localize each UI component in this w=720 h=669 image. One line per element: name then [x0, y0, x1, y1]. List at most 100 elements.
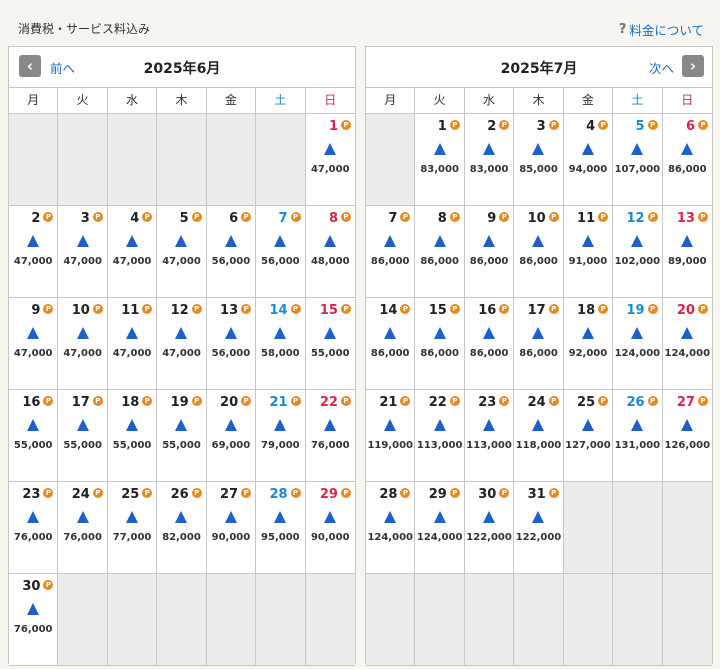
day-cell[interactable]: 23 P 76,000 — [9, 482, 59, 574]
availability-triangle-icon[interactable] — [126, 235, 139, 247]
availability-triangle-icon[interactable] — [324, 143, 337, 155]
day-cell[interactable]: 4 P 47,000 — [107, 206, 158, 298]
availability-triangle-icon[interactable] — [27, 327, 40, 339]
availability-triangle-icon[interactable] — [27, 603, 40, 615]
availability-triangle-icon[interactable] — [433, 511, 446, 523]
day-cell[interactable]: 29 P 124,000 — [415, 482, 465, 574]
day-cell[interactable]: 20 P 124,000 — [662, 298, 712, 390]
next-month-link[interactable]: 次へ — [649, 58, 674, 77]
day-cell[interactable]: 19 P 124,000 — [613, 298, 663, 390]
day-cell[interactable]: 4 P 94,000 — [563, 114, 614, 206]
availability-triangle-icon[interactable] — [681, 419, 694, 431]
availability-triangle-icon[interactable] — [224, 419, 237, 431]
availability-triangle-icon[interactable] — [175, 327, 188, 339]
day-cell[interactable]: 18 P 92,000 — [563, 298, 614, 390]
availability-triangle-icon[interactable] — [27, 235, 40, 247]
availability-triangle-icon[interactable] — [76, 419, 89, 431]
day-cell[interactable]: 23 P 113,000 — [464, 390, 515, 482]
availability-triangle-icon[interactable] — [27, 419, 40, 431]
day-cell[interactable]: 22 P 76,000 — [305, 390, 355, 482]
availability-triangle-icon[interactable] — [175, 235, 188, 247]
day-cell[interactable]: 19 P 55,000 — [157, 390, 207, 482]
day-cell[interactable]: 29 P 90,000 — [305, 482, 355, 574]
day-cell[interactable]: 26 P 82,000 — [157, 482, 207, 574]
day-cell[interactable]: 8 P 86,000 — [415, 206, 465, 298]
availability-triangle-icon[interactable] — [631, 419, 644, 431]
availability-triangle-icon[interactable] — [433, 327, 446, 339]
availability-triangle-icon[interactable] — [581, 143, 594, 155]
day-cell[interactable]: 7 P 86,000 — [366, 206, 416, 298]
day-cell[interactable]: 11 P 47,000 — [107, 298, 158, 390]
availability-triangle-icon[interactable] — [483, 419, 496, 431]
availability-triangle-icon[interactable] — [483, 143, 496, 155]
day-cell[interactable]: 1 P 47,000 — [305, 114, 355, 206]
day-cell[interactable]: 21 P 79,000 — [256, 390, 306, 482]
fee-info-label[interactable]: 料金について — [629, 20, 704, 39]
day-cell[interactable]: 21 P 119,000 — [366, 390, 416, 482]
availability-triangle-icon[interactable] — [384, 327, 397, 339]
fee-info-link[interactable]: ? 料金について — [619, 20, 704, 39]
availability-triangle-icon[interactable] — [681, 235, 694, 247]
availability-triangle-icon[interactable] — [631, 327, 644, 339]
availability-triangle-icon[interactable] — [532, 143, 545, 155]
day-cell[interactable]: 15 P 86,000 — [415, 298, 465, 390]
availability-triangle-icon[interactable] — [224, 235, 237, 247]
day-cell[interactable]: 30 P 122,000 — [464, 482, 515, 574]
day-cell[interactable]: 3 P 47,000 — [58, 206, 108, 298]
day-cell[interactable]: 25 P 127,000 — [563, 390, 614, 482]
day-cell[interactable]: 31 P 122,000 — [514, 482, 564, 574]
availability-triangle-icon[interactable] — [433, 419, 446, 431]
day-cell[interactable]: 24 P 118,000 — [514, 390, 564, 482]
availability-triangle-icon[interactable] — [631, 143, 644, 155]
day-cell[interactable]: 18 P 55,000 — [107, 390, 158, 482]
availability-triangle-icon[interactable] — [532, 327, 545, 339]
availability-triangle-icon[interactable] — [76, 235, 89, 247]
day-cell[interactable]: 28 P 124,000 — [366, 482, 416, 574]
day-cell[interactable]: 28 P 95,000 — [256, 482, 306, 574]
day-cell[interactable]: 2 P 83,000 — [464, 114, 515, 206]
day-cell[interactable]: 2 P 47,000 — [9, 206, 59, 298]
availability-triangle-icon[interactable] — [532, 511, 545, 523]
availability-triangle-icon[interactable] — [532, 235, 545, 247]
availability-triangle-icon[interactable] — [76, 511, 89, 523]
day-cell[interactable]: 10 P 86,000 — [514, 206, 564, 298]
availability-triangle-icon[interactable] — [274, 327, 287, 339]
day-cell[interactable]: 15 P 55,000 — [305, 298, 355, 390]
day-cell[interactable]: 7 P 56,000 — [256, 206, 306, 298]
day-cell[interactable]: 13 P 89,000 — [662, 206, 712, 298]
availability-triangle-icon[interactable] — [27, 511, 40, 523]
day-cell[interactable]: 14 P 86,000 — [366, 298, 416, 390]
next-month-button[interactable]: › — [682, 55, 704, 77]
availability-triangle-icon[interactable] — [581, 235, 594, 247]
day-cell[interactable]: 27 P 90,000 — [206, 482, 257, 574]
availability-triangle-icon[interactable] — [324, 235, 337, 247]
day-cell[interactable]: 26 P 131,000 — [613, 390, 663, 482]
availability-triangle-icon[interactable] — [681, 327, 694, 339]
availability-triangle-icon[interactable] — [433, 235, 446, 247]
availability-triangle-icon[interactable] — [483, 327, 496, 339]
day-cell[interactable]: 9 P 47,000 — [9, 298, 59, 390]
availability-triangle-icon[interactable] — [384, 235, 397, 247]
day-cell[interactable]: 20 P 69,000 — [206, 390, 257, 482]
availability-triangle-icon[interactable] — [324, 419, 337, 431]
availability-triangle-icon[interactable] — [126, 419, 139, 431]
day-cell[interactable]: 16 P 55,000 — [9, 390, 59, 482]
availability-triangle-icon[interactable] — [76, 327, 89, 339]
day-cell[interactable]: 27 P 126,000 — [662, 390, 712, 482]
day-cell[interactable]: 8 P 48,000 — [305, 206, 355, 298]
day-cell[interactable]: 25 P 77,000 — [107, 482, 158, 574]
availability-triangle-icon[interactable] — [175, 511, 188, 523]
day-cell[interactable]: 9 P 86,000 — [464, 206, 515, 298]
availability-triangle-icon[interactable] — [224, 327, 237, 339]
day-cell[interactable]: 22 P 113,000 — [415, 390, 465, 482]
day-cell[interactable]: 16 P 86,000 — [464, 298, 515, 390]
day-cell[interactable]: 5 P 47,000 — [157, 206, 207, 298]
day-cell[interactable]: 5 P 107,000 — [613, 114, 663, 206]
availability-triangle-icon[interactable] — [224, 511, 237, 523]
day-cell[interactable]: 6 P 56,000 — [206, 206, 257, 298]
availability-triangle-icon[interactable] — [126, 327, 139, 339]
availability-triangle-icon[interactable] — [483, 511, 496, 523]
availability-triangle-icon[interactable] — [433, 143, 446, 155]
day-cell[interactable]: 10 P 47,000 — [58, 298, 108, 390]
day-cell[interactable]: 11 P 91,000 — [563, 206, 614, 298]
